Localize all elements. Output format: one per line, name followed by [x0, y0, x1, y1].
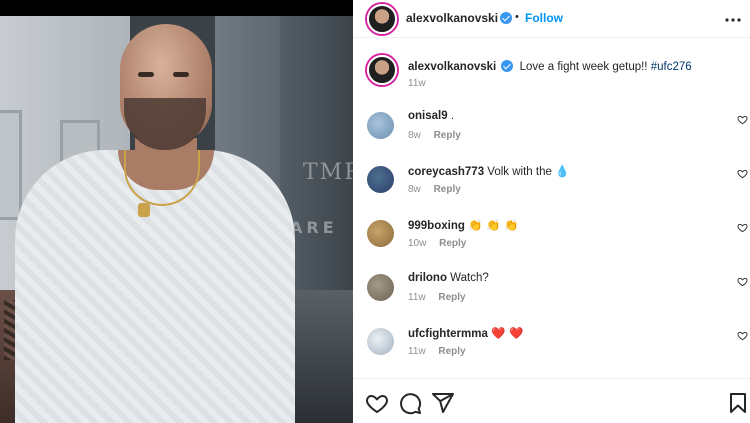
commenter-avatar[interactable] — [367, 166, 394, 193]
comment-text: onisal9 . — [408, 110, 454, 122]
comment-text: coreycash773 Volk with the 💧 — [408, 164, 569, 178]
photo-sign: ARE — [290, 218, 338, 237]
comment-timestamp[interactable]: 8w — [408, 184, 421, 195]
author-avatar[interactable] — [367, 4, 397, 34]
comment-meta: 8w Reply — [408, 184, 471, 195]
more-dots-icon — [725, 18, 741, 22]
comment-meta: 11w Reply — [408, 292, 476, 303]
reply-button[interactable]: Reply — [439, 238, 466, 249]
commenter-avatar[interactable] — [367, 328, 394, 355]
post-side-panel: alexvolkanovski • Follow alexvolkanovski… — [353, 0, 750, 423]
comment-meta: 8w Reply — [408, 130, 471, 141]
heart-icon[interactable] — [737, 330, 748, 341]
commenter-username[interactable]: onisal9 — [408, 110, 448, 122]
comment-bubble-icon[interactable] — [398, 391, 422, 415]
verified-badge-icon — [500, 12, 512, 24]
commenter-username[interactable]: ufcfightermma — [408, 328, 488, 340]
commenter-username[interactable]: drilono — [408, 272, 447, 284]
reply-button[interactable]: Reply — [438, 346, 465, 357]
commenter-username[interactable]: coreycash773 — [408, 166, 484, 178]
comment-timestamp[interactable]: 8w — [408, 130, 421, 141]
red-heart-emoji: ❤️ ❤️ — [491, 326, 524, 340]
heart-icon[interactable] — [737, 222, 748, 233]
heart-icon[interactable] — [737, 276, 748, 287]
commenter-avatar[interactable] — [367, 220, 394, 247]
follow-button[interactable]: Follow — [525, 11, 563, 25]
heart-icon[interactable] — [737, 168, 748, 179]
comment-timestamp[interactable]: 11w — [408, 346, 426, 357]
reply-button[interactable]: Reply — [438, 292, 465, 303]
comment-text: ufcfightermma ❤️ ❤️ — [408, 326, 523, 340]
comment-item: 999boxing 👏 👏 👏 10w Reply — [353, 216, 750, 266]
separator-dot: • — [515, 11, 519, 23]
caption-body: Love a fight week getup!! — [519, 61, 648, 73]
author-username[interactable]: alexvolkanovski — [406, 11, 498, 25]
more-options-icon[interactable] — [725, 6, 741, 27]
heart-icon[interactable] — [365, 391, 389, 415]
heart-icon[interactable] — [737, 114, 748, 125]
photo-eye — [173, 72, 189, 77]
comment-item: onisal9 . 8w Reply — [353, 108, 750, 158]
bookmark-icon[interactable] — [726, 391, 750, 415]
comment-body: . — [450, 110, 455, 122]
photo-eye — [138, 72, 154, 77]
comment-body: Watch? — [450, 272, 489, 284]
verified-badge-icon — [501, 60, 514, 72]
clapping-emoji: 👏 👏 👏 — [468, 218, 519, 232]
reply-button[interactable]: Reply — [434, 130, 461, 141]
droplet-emoji: 💧 — [555, 164, 570, 178]
reply-button[interactable]: Reply — [434, 184, 461, 195]
caption-hashtag[interactable]: #ufc276 — [651, 61, 692, 73]
comment-meta: 10w Reply — [408, 238, 476, 249]
comment-item: ufcfightermma ❤️ ❤️ 11w Reply — [353, 324, 750, 374]
post-action-bar — [353, 378, 750, 423]
photo-top-bar — [0, 0, 353, 16]
paper-plane-icon[interactable] — [431, 391, 455, 415]
comment-text: drilono Watch? — [408, 272, 489, 284]
caption-avatar[interactable] — [367, 55, 397, 85]
comment-text: 999boxing 👏 👏 👏 — [408, 218, 518, 232]
commenter-avatar[interactable] — [367, 112, 394, 139]
comment-timestamp[interactable]: 10w — [408, 238, 426, 249]
commenter-username[interactable]: 999boxing — [408, 220, 465, 232]
post-caption: alexvolkanovski Love a fight week getup!… — [408, 58, 692, 73]
photo-pendant — [138, 203, 150, 217]
photo-detail — [0, 110, 22, 220]
post-photo[interactable]: TMR ARE — [0, 0, 353, 423]
comment-item: coreycash773 Volk with the 💧 8w Reply — [353, 162, 750, 212]
comment-meta: 11w Reply — [408, 346, 476, 357]
comment-item: drilono Watch? 11w Reply — [353, 270, 750, 320]
comment-body: Volk with the — [487, 166, 552, 178]
caption-timestamp[interactable]: 11w — [408, 78, 426, 89]
comment-timestamp[interactable]: 11w — [408, 292, 426, 303]
commenter-avatar[interactable] — [367, 274, 394, 301]
caption-username[interactable]: alexvolkanovski — [408, 61, 496, 73]
photo-sign: TMR — [303, 160, 353, 185]
post-header: alexvolkanovski • Follow — [353, 0, 750, 38]
